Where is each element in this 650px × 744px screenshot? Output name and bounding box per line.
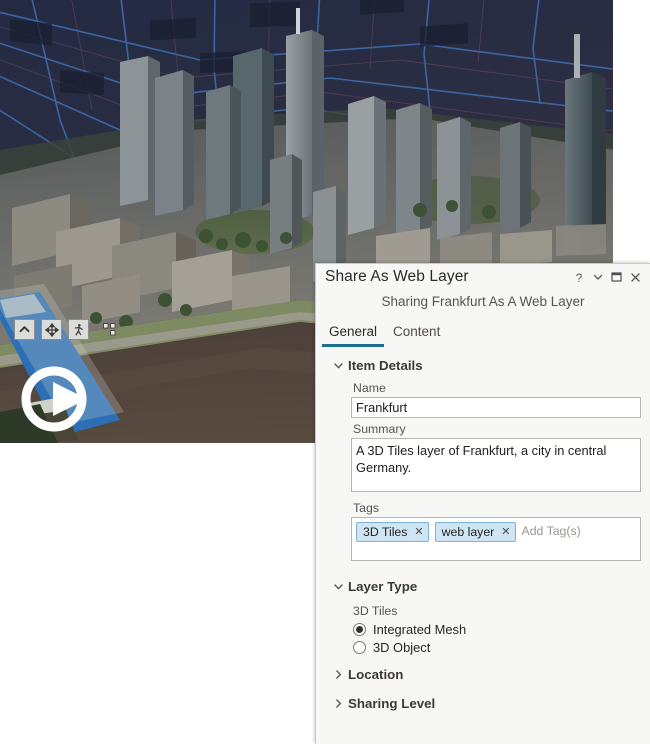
maximize-square-icon (611, 272, 622, 282)
grid-squares-icon (103, 323, 116, 336)
tag-label: 3D Tiles (363, 525, 408, 539)
name-input[interactable] (351, 397, 641, 418)
dialog-titlebar[interactable]: Share As Web Layer ? (316, 264, 650, 291)
dialog-tabs: General Content (322, 322, 650, 347)
dialog-subtitle: Sharing Frankfurt As A Web Layer (381, 294, 585, 309)
summary-textarea[interactable] (351, 438, 641, 492)
move-arrows-icon (44, 322, 59, 337)
tag-remove-icon[interactable]: ✕ (501, 526, 510, 538)
radio-3d-object[interactable]: 3D Object (353, 640, 641, 655)
tags-label: Tags (353, 501, 379, 515)
tag-remove-icon[interactable]: ✕ (414, 526, 423, 538)
chevron-down-icon (333, 581, 345, 592)
chevron-down-icon (593, 274, 602, 280)
help-button[interactable]: ? (570, 269, 587, 285)
pan-tool-button[interactable] (41, 319, 62, 340)
navigator-compass[interactable] (17, 362, 91, 436)
window-buttons: ? (570, 269, 644, 285)
radio-label-integrated-mesh: Integrated Mesh (373, 622, 467, 637)
compass-arrow-icon (21, 366, 87, 432)
section-title-layer-type: Layer Type (348, 579, 418, 594)
chevron-down-icon (333, 360, 345, 371)
tab-general[interactable]: General (322, 322, 385, 347)
walk-tool-button[interactable] (68, 319, 89, 340)
tag-chip[interactable]: web layer ✕ (434, 522, 516, 542)
section-body-item-details: Name Summary Tags 3D Tiles ✕ web layer ✕… (316, 375, 650, 561)
close-button[interactable] (627, 269, 644, 285)
radio-label-3d-object: 3D Object (373, 640, 431, 655)
chevron-up-icon (19, 326, 30, 333)
summary-label: Summary (353, 422, 406, 436)
section-title-location: Location (348, 667, 404, 682)
share-as-web-layer-dialog: Share As Web Layer ? Sharing Frankfurt A… (315, 263, 650, 744)
dropdown-button[interactable] (589, 269, 606, 285)
tab-content[interactable]: Content (386, 322, 447, 347)
tag-chip[interactable]: 3D Tiles ✕ (356, 522, 429, 542)
map-toolbar (14, 319, 120, 340)
close-x-icon (631, 272, 640, 282)
svg-text:?: ? (575, 271, 582, 284)
tags-input-box[interactable]: 3D Tiles ✕ web layer ✕ Add Tag(s) (351, 517, 641, 561)
section-title-item-details: Item Details (348, 358, 423, 373)
dialog-title: Share As Web Layer (325, 268, 469, 285)
tag-label: web layer (441, 525, 495, 539)
chevron-right-icon (333, 669, 345, 680)
name-label: Name (353, 381, 386, 395)
layer-type-sub-label: 3D Tiles (353, 604, 398, 618)
question-mark-icon: ? (575, 271, 582, 284)
full-control-tool-button[interactable] (99, 319, 120, 340)
section-header-layer-type[interactable]: Layer Type (316, 577, 650, 596)
radio-button-icon (353, 641, 366, 654)
dialog-body: Item Details Name Summary Tags 3D Tiles … (316, 347, 650, 713)
section-header-item-details[interactable]: Item Details (316, 356, 650, 375)
section-title-sharing-level: Sharing Level (348, 696, 436, 711)
section-header-sharing-level[interactable]: Sharing Level (316, 694, 650, 713)
maximize-button[interactable] (608, 269, 625, 285)
explore-tool-button[interactable] (14, 319, 35, 340)
radio-button-icon (353, 623, 366, 636)
chevron-right-icon (333, 698, 345, 709)
section-body-layer-type: 3D Tiles Integrated Mesh 3D Object (316, 596, 650, 655)
add-tag-placeholder[interactable]: Add Tag(s) (522, 522, 581, 541)
app-root: Share As Web Layer ? Sharing Frankfurt A… (0, 0, 650, 744)
radio-integrated-mesh[interactable]: Integrated Mesh (353, 622, 641, 637)
section-header-location[interactable]: Location (316, 665, 650, 684)
walking-person-icon (74, 323, 83, 335)
